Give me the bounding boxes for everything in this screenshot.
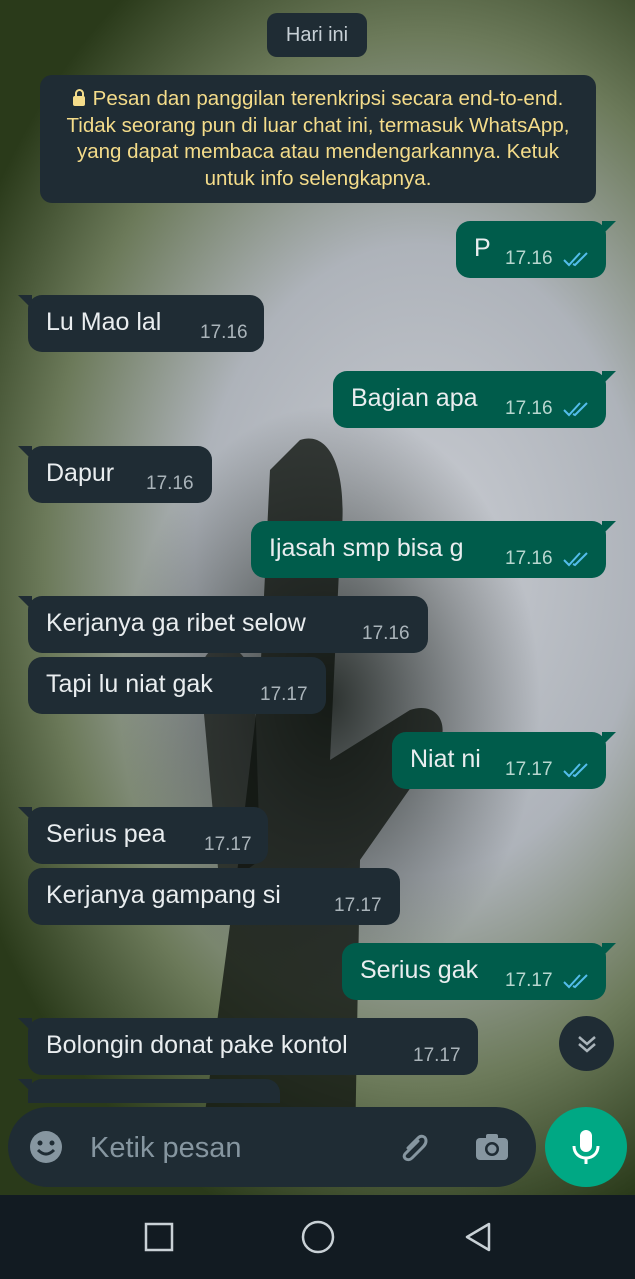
emoji-button[interactable] [26, 1127, 66, 1167]
double-check-icon [563, 763, 588, 778]
message-text: Dapur [46, 459, 115, 487]
message-bubble-incoming[interactable]: Dapur 17.16 [18, 446, 212, 503]
date-chip: Hari ini [267, 13, 367, 57]
date-chip-label: Hari ini [285, 23, 349, 46]
recents-button[interactable] [136, 1214, 182, 1260]
message-input[interactable] [88, 1125, 382, 1171]
attach-button[interactable] [395, 1127, 435, 1167]
square-icon [144, 1222, 174, 1252]
emoji-icon [30, 1131, 62, 1163]
message-text: Serius pea [46, 820, 166, 848]
message-time: 17.17 [334, 895, 382, 916]
circle-icon [301, 1220, 335, 1254]
double-check-icon [563, 552, 588, 567]
paperclip-icon [402, 1134, 428, 1162]
message-time: 17.16 [505, 398, 553, 419]
message-bubble-outgoing[interactable]: Niat ni 17.17 [392, 732, 616, 789]
message-bubble-incoming[interactable]: Tapi lu niat gak 17.17 [28, 657, 326, 714]
message-text: Kerjanya gampang si [46, 881, 281, 909]
message-bubble-incoming[interactable]: Bolongin donat pake kontol 17.17 [18, 1018, 478, 1075]
message-text: Lu Mao lal [46, 308, 162, 336]
message-time: 17.16 [200, 322, 248, 343]
camera-icon [476, 1134, 508, 1160]
message-bubble-incoming[interactable]: Kerjanya ga ribet selow 17.16 [18, 596, 428, 653]
message-text: Ijasah smp bisa g [269, 534, 464, 562]
message-bubble-incoming[interactable]: Kerjanya gampang si 17.17 [28, 868, 400, 925]
message-bubble-outgoing[interactable]: Serius gak 17.17 [342, 943, 616, 1000]
message-bubble-incoming[interactable]: Lu Mao lal 17.16 [18, 295, 264, 352]
message-time: 17.17 [260, 684, 308, 705]
message-text: Bagian apa [351, 384, 478, 412]
message-time: 17.16 [505, 548, 553, 569]
message-text: Serius gak [360, 956, 479, 984]
double-check-icon [563, 252, 588, 267]
message-time: 17.17 [505, 759, 553, 780]
voice-message-button[interactable] [545, 1107, 627, 1187]
message-time: 17.16 [146, 473, 194, 494]
message-bubble-outgoing[interactable]: P 17.16 [456, 221, 616, 278]
message-bubble-incoming-partial[interactable] [18, 1079, 280, 1103]
home-button[interactable] [295, 1214, 341, 1260]
message-time: 17.17 [505, 970, 553, 991]
message-bubble-incoming[interactable]: Serius pea 17.17 [18, 807, 268, 864]
message-text: Tapi lu niat gak [46, 670, 213, 698]
encryption-notice[interactable]: Pesan dan panggilan terenkripsi secara e… [40, 75, 596, 203]
double-chevron-down-icon [577, 1035, 596, 1053]
message-time: 17.17 [413, 1045, 461, 1066]
message-text: Bolongin donat pake kontol [46, 1031, 348, 1059]
message-time: 17.17 [204, 834, 252, 855]
message-text: P [474, 234, 491, 262]
triangle-back-icon [465, 1222, 491, 1252]
lock-icon [72, 89, 85, 106]
message-text: Niat ni [410, 745, 481, 773]
message-bubble-outgoing[interactable]: Ijasah smp bisa g 17.16 [251, 521, 616, 578]
encryption-notice-text: Pesan dan panggilan terenkripsi secara e… [66, 87, 570, 190]
message-time: 17.16 [362, 623, 410, 644]
message-composer [8, 1107, 536, 1187]
scroll-to-bottom-button[interactable] [559, 1016, 614, 1071]
double-check-icon [563, 402, 588, 417]
microphone-icon [572, 1130, 600, 1164]
message-time: 17.16 [505, 248, 553, 269]
system-navigation-bar [0, 1195, 635, 1279]
back-button[interactable] [455, 1214, 501, 1260]
camera-button[interactable] [472, 1127, 512, 1167]
double-check-icon [563, 974, 588, 989]
message-text: Kerjanya ga ribet selow [46, 609, 306, 637]
message-bubble-outgoing[interactable]: Bagian apa 17.16 [333, 371, 616, 428]
